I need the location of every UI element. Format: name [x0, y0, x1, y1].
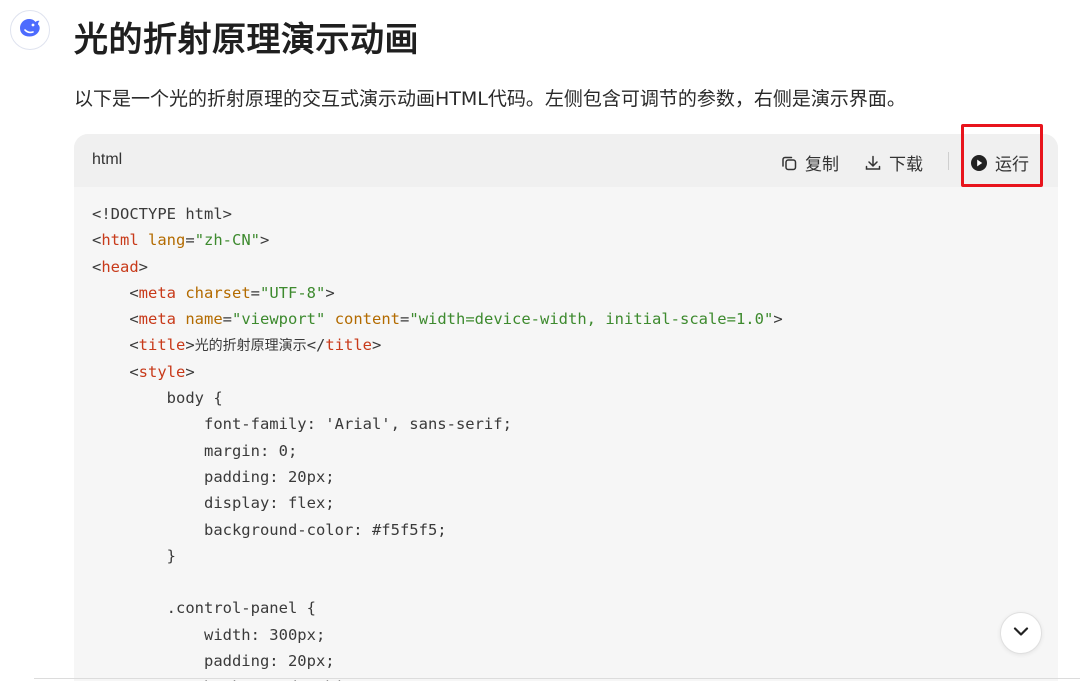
assistant-avatar — [10, 10, 50, 50]
code-token: "viewport" — [232, 310, 326, 329]
code-token: > — [185, 362, 195, 381]
code-language-label: html — [92, 151, 123, 168]
code-token: style — [138, 362, 186, 381]
code-token: > — [325, 283, 335, 302]
input-area-divider — [34, 678, 1080, 679]
code-block-header: html 复制 下载 运行 — [74, 134, 1058, 187]
action-divider — [948, 152, 949, 170]
download-button[interactable]: 下载 — [864, 150, 923, 175]
code-token: 光的折射原理演示 — [194, 338, 307, 355]
code-line: <meta charset="UTF-8"> — [92, 280, 1058, 306]
code-token: name — [185, 310, 223, 329]
code-token: html — [101, 231, 139, 250]
code-token: padding: 20px; — [92, 652, 335, 671]
code-token: = — [400, 310, 410, 329]
code-line: width: 300px; — [92, 622, 1058, 648]
code-token: </ — [306, 336, 326, 355]
code-token: background-color: #f5f5f5; — [92, 520, 447, 539]
code-token: <!DOCTYPE html> — [92, 205, 232, 223]
chat-page: 光的折射原理演示动画 以下是一个光的折射原理的交互式演示动画HTML代码。左侧包… — [0, 0, 1080, 681]
code-line: display: flex; — [92, 490, 1058, 516]
code-token: = — [185, 231, 195, 250]
code-token: } — [92, 546, 176, 565]
code-line: <style> — [92, 359, 1058, 385]
code-token: padding: 20px; — [92, 467, 335, 486]
code-line: padding: 20px; — [92, 648, 1058, 674]
code-token: "zh-CN" — [194, 231, 261, 250]
code-token: < — [92, 336, 139, 355]
code-token: .control-panel { — [92, 599, 316, 618]
code-line: } — [92, 543, 1058, 569]
copy-icon — [780, 154, 798, 172]
code-token: width: 300px; — [92, 625, 326, 644]
code-line: <meta name="viewport" content="width=dev… — [92, 306, 1058, 332]
code-token: body { — [92, 389, 223, 408]
code-line: margin: 0; — [92, 438, 1058, 464]
code-token: > — [260, 231, 270, 250]
run-label: 运行 — [995, 155, 1029, 175]
code-line: .control-panel { — [92, 595, 1058, 621]
chevron-down-icon — [1011, 621, 1031, 645]
message-title: 光的折射原理演示动画 — [74, 20, 419, 60]
code-token: = — [222, 310, 233, 329]
code-token: < — [92, 231, 102, 250]
code-token: lang — [148, 231, 186, 250]
code-token: title — [325, 336, 373, 355]
code-line: body { — [92, 385, 1058, 411]
code-token: display: flex; — [92, 494, 335, 513]
run-button[interactable]: 运行 — [970, 150, 1029, 175]
code-token: title — [138, 336, 186, 355]
code-token: < — [92, 283, 139, 302]
code-content: <!DOCTYPE html> <html lang="zh-CN"> <head>… — [74, 187, 1058, 681]
code-line: background-color: #f5f5f5; — [92, 517, 1058, 543]
code-line: <title>光的折射原理演示</title> — [92, 332, 1058, 358]
copy-button[interactable]: 复制 — [780, 150, 839, 175]
code-token: < — [92, 257, 102, 276]
code-token: meta — [138, 310, 176, 329]
code-line: font-family: 'Arial', sans-serif; — [92, 411, 1058, 437]
code-token: font-family: 'Arial', sans-serif; — [92, 415, 512, 434]
code-line: <!DOCTYPE html> — [92, 201, 1058, 227]
download-label: 下载 — [889, 155, 923, 175]
play-icon — [970, 154, 988, 172]
code-token: meta — [138, 283, 176, 302]
code-token: "width=device-width, initial-scale=1.0" — [409, 310, 774, 329]
code-token: > — [773, 310, 783, 329]
code-token: = — [250, 283, 261, 302]
code-token: > — [185, 336, 195, 355]
code-token: head — [101, 257, 139, 276]
code-line: padding: 20px; — [92, 464, 1058, 490]
code-line: <html lang="zh-CN"> — [92, 227, 1058, 253]
message-intro: 以下是一个光的折射原理的交互式演示动画HTML代码。左侧包含可调节的参数，右侧是… — [74, 88, 906, 110]
code-token: "UTF-8" — [260, 283, 326, 302]
code-line: <head> — [92, 254, 1058, 280]
code-block: html 复制 下载 运行 <!DOCTYPE html> <html lang… — [74, 134, 1058, 681]
code-token: < — [92, 310, 139, 329]
code-token: > — [372, 336, 382, 355]
code-token: margin: 0; — [92, 441, 298, 460]
download-icon — [864, 154, 882, 172]
deepseek-whale-icon — [16, 14, 44, 46]
code-token: > — [138, 257, 149, 276]
code-token: < — [92, 362, 139, 381]
code-token: content — [334, 310, 401, 329]
scroll-to-bottom-button[interactable] — [1000, 612, 1042, 654]
copy-label: 复制 — [805, 155, 839, 175]
code-token: charset — [185, 283, 251, 302]
